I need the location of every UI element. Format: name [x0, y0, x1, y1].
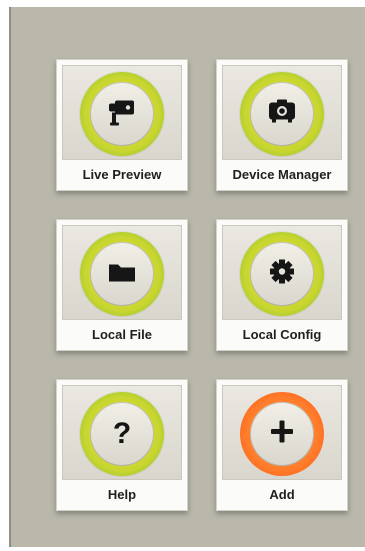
question-icon: ? [112, 417, 132, 450]
icon-ring: ? [80, 392, 164, 476]
tile-icon-area [222, 65, 342, 160]
tile-card: Live Preview [56, 59, 188, 191]
tile-card: Device Manager [216, 59, 348, 191]
tile-label: Local File [92, 327, 152, 342]
icon-ring [240, 232, 324, 316]
gear-icon [267, 257, 297, 292]
tile-icon-area [62, 65, 182, 160]
icon-ring-inner: ? [90, 402, 154, 466]
tile-label: Device Manager [232, 167, 332, 182]
icon-ring-inner [90, 242, 154, 306]
icon-ring-inner [250, 402, 314, 466]
device-icon [265, 97, 299, 132]
tile-add[interactable]: Add [216, 379, 348, 519]
tile-card: Add [216, 379, 348, 511]
tile-label: Add [269, 487, 295, 502]
tile-help[interactable]: ? Help [56, 379, 188, 519]
home-panel: Live Preview Device Manager Local File L… [9, 7, 365, 547]
icon-ring [240, 72, 324, 156]
tile-card: Local Config [216, 219, 348, 351]
tile-label: Live Preview [82, 167, 162, 182]
tile-device-manager[interactable]: Device Manager [216, 59, 348, 199]
icon-ring-inner [250, 242, 314, 306]
icon-ring [240, 392, 324, 476]
tile-card: Local File [56, 219, 188, 351]
icon-ring [80, 72, 164, 156]
plus-icon [269, 419, 295, 450]
icon-ring-inner [250, 82, 314, 146]
tile-icon-area [62, 225, 182, 320]
tile-label: Help [107, 487, 137, 502]
tile-icon-area: ? [62, 385, 182, 480]
tile-label: Local Config [242, 327, 322, 342]
tile-icon-area [222, 385, 342, 480]
tile-card: ? Help [56, 379, 188, 511]
camera-icon [105, 95, 139, 134]
icon-ring [80, 232, 164, 316]
tile-icon-area [222, 225, 342, 320]
icon-ring-inner [90, 82, 154, 146]
tile-live-preview[interactable]: Live Preview [56, 59, 188, 199]
folder-icon [106, 259, 138, 290]
tile-local-file[interactable]: Local File [56, 219, 188, 359]
app-frame: Live Preview Device Manager Local File L… [0, 0, 365, 551]
tile-local-config[interactable]: Local Config [216, 219, 348, 359]
